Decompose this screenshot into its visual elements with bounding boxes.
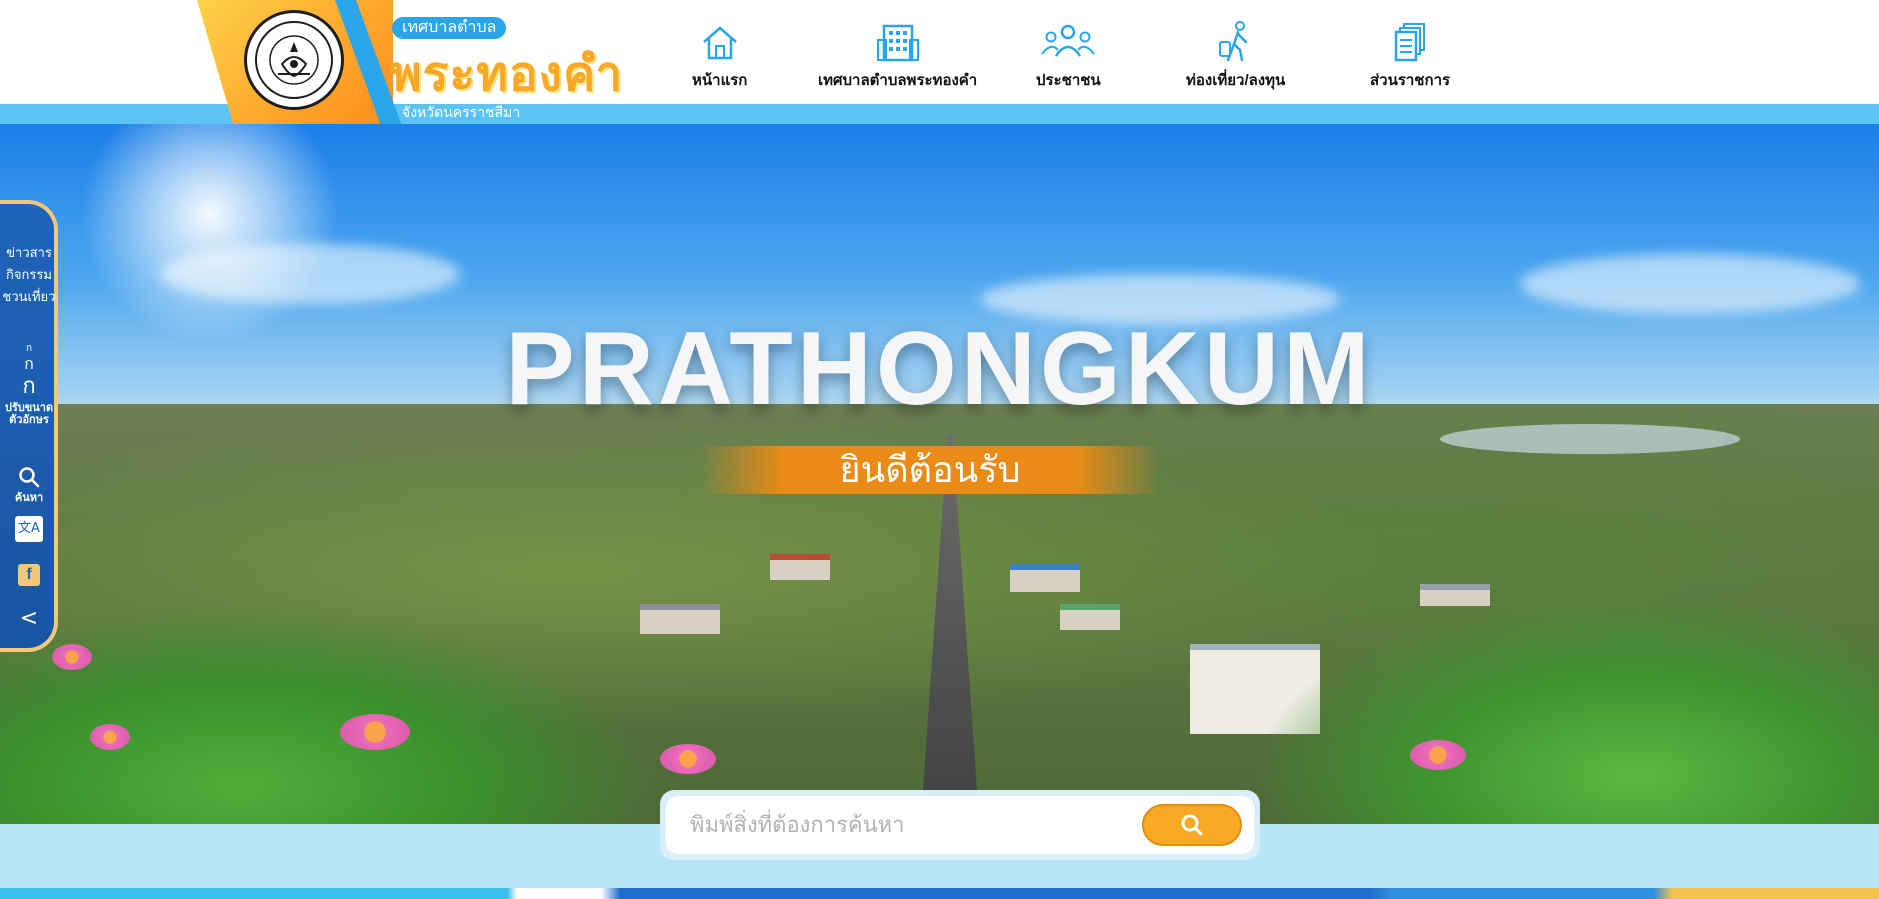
hero-title: PRATHONGKUM — [505, 311, 1374, 427]
cloud — [160, 244, 460, 304]
nav-label: หน้าแรก — [692, 72, 748, 89]
seal-emblem-icon — [255, 21, 333, 99]
people-icon — [1041, 24, 1096, 57]
side-link-tourism[interactable]: ชวนเที่ยว — [0, 286, 58, 308]
nav-item-municipality[interactable]: เทศบาลตำบลพระทองคำ — [818, 20, 977, 94]
font-size-medium-button[interactable]: ก — [0, 356, 58, 374]
facebook-icon: f — [18, 564, 40, 586]
facebook-button[interactable]: f — [0, 564, 58, 586]
font-size-control: ก ก ก ปรับขนาดตัวอักษร — [0, 342, 58, 426]
brand-province: จังหวัดนครราชสีมา — [402, 104, 521, 120]
traveler-icon — [1218, 21, 1247, 62]
chevron-left-icon: < — [19, 606, 39, 631]
search-bar — [660, 790, 1260, 860]
building-icon — [876, 24, 919, 62]
translate-icon: 文A — [15, 516, 43, 542]
cloud — [1520, 254, 1860, 314]
nav-item-citizens[interactable]: ประชาชน — [1036, 20, 1101, 94]
font-size-small-button[interactable]: ก — [0, 342, 58, 356]
search-icon — [1181, 814, 1203, 836]
house — [1060, 604, 1120, 630]
nav-label: ท่องเที่ยว/ลงทุน — [1186, 72, 1286, 89]
documents-icon — [1394, 23, 1426, 62]
flower — [660, 744, 716, 774]
foreground-foliage — [1250, 594, 1879, 824]
foreground-foliage — [0, 604, 660, 824]
font-size-label: ปรับขนาดตัวอักษร — [4, 402, 54, 426]
municipality-seal[interactable] — [244, 10, 344, 110]
flower — [340, 714, 410, 750]
side-link-activities[interactable]: กิจกรรม — [0, 264, 58, 286]
side-link-news[interactable]: ข่าวสาร — [0, 242, 58, 264]
hero-banner: PRATHONGKUM ยินดีต้อนรับ — [0, 124, 1879, 824]
bottom-color-strip — [0, 888, 1879, 899]
nav-item-tourism[interactable]: ท่องเที่ยว/ลงทุน — [1186, 20, 1285, 94]
brand-name[interactable]: พระทองคำ — [390, 36, 623, 112]
search-button[interactable] — [1142, 804, 1242, 846]
flower — [90, 724, 130, 750]
welcome-banner: ยินดีต้อนรับ — [700, 446, 1160, 494]
nav-label: เทศบาลตำบลพระทองคำ — [818, 72, 978, 89]
side-toolbar: ข่าวสาร กิจกรรม ชวนเที่ยว ก ก ก ปรับขนาด… — [0, 200, 58, 652]
side-search-button[interactable]: ค้นหา — [0, 466, 58, 504]
house — [1010, 564, 1080, 592]
house — [770, 554, 830, 580]
font-size-large-button[interactable]: ก — [0, 374, 58, 398]
home-icon — [702, 26, 737, 60]
flower — [52, 644, 92, 670]
nav-label: ประชาชน — [1036, 72, 1101, 89]
nav-label: ส่วนราชการ — [1370, 72, 1451, 89]
side-search-label: ค้นหา — [14, 492, 44, 504]
translate-button[interactable]: 文A — [0, 516, 58, 542]
flower — [1410, 740, 1466, 770]
side-links: ข่าวสาร กิจกรรม ชวนเที่ยว — [0, 242, 58, 308]
collapse-toolbar-button[interactable]: < — [0, 606, 58, 632]
nav-item-home[interactable]: หน้าแรก — [692, 20, 747, 94]
search-icon — [19, 467, 40, 488]
nav-item-departments[interactable]: ส่วนราชการ — [1370, 20, 1450, 94]
